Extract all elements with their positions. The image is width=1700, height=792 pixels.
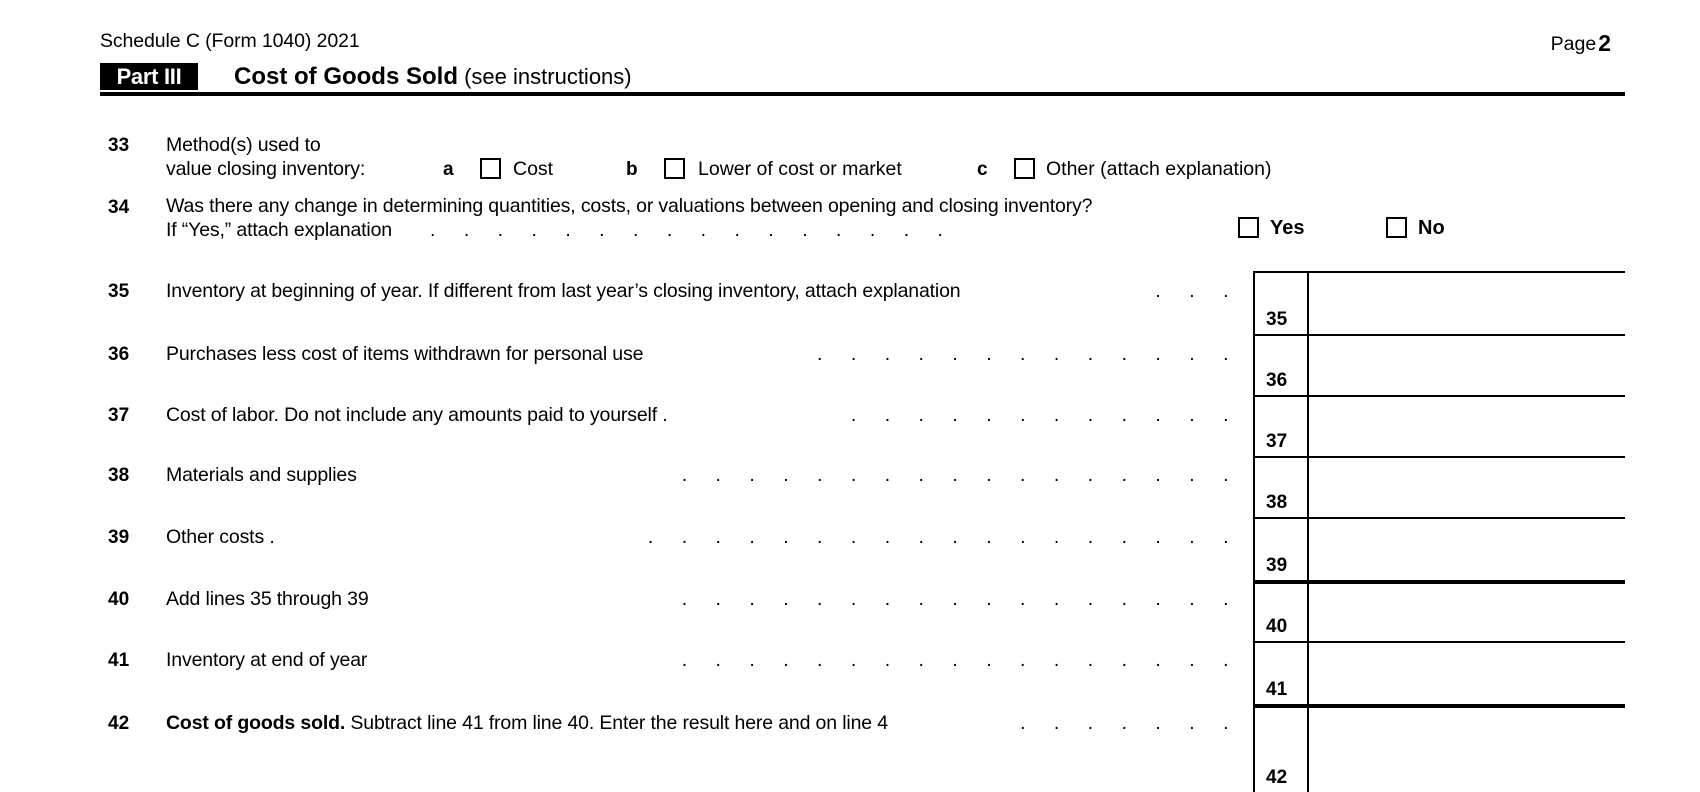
line-42-leader-dots: . . . . . . . bbox=[1020, 712, 1240, 734]
part-title-note: (see instructions) bbox=[464, 64, 632, 89]
line-37-text-rest: Cost of labor. Do not include any amount… bbox=[166, 404, 668, 426]
page-indicator: Page2 bbox=[1551, 30, 1611, 57]
line-33-option-c-letter: c bbox=[977, 159, 988, 180]
line-41-number: 41 bbox=[108, 650, 130, 671]
line-42-text-bold: Cost of goods sold. bbox=[166, 712, 346, 734]
line-40-text-rest: Add lines 35 through 39 bbox=[166, 588, 369, 610]
line-33-text-1: Method(s) used to bbox=[166, 134, 321, 156]
amount-row-38: 38 bbox=[1253, 456, 1625, 517]
amount-row-35-number-label: 35 bbox=[1266, 309, 1288, 330]
amount-row-38-number-box: 38 bbox=[1253, 458, 1309, 517]
line-33-option-b-letter: b bbox=[626, 159, 638, 180]
amount-row-41-number-box: 41 bbox=[1253, 643, 1309, 704]
line-35-text: Inventory at beginning of year. If diffe… bbox=[166, 280, 961, 303]
line-34-text-2: If “Yes,” attach explanation bbox=[166, 219, 392, 241]
line-33-checkbox-cost[interactable] bbox=[480, 158, 501, 179]
amount-grid: 35 36 37 38 39 40 41 42 bbox=[1253, 271, 1625, 792]
line-37-number: 37 bbox=[108, 405, 130, 426]
line-41-leader-dots: . . . . . . . . . . . . . . . . . bbox=[681, 649, 1240, 671]
line-33-option-a-label: Cost bbox=[513, 158, 554, 180]
amount-row-39-number-box: 39 bbox=[1253, 519, 1309, 580]
line-36-text: Purchases less cost of items withdrawn f… bbox=[166, 343, 643, 366]
amount-row-41-number-label: 41 bbox=[1266, 679, 1288, 700]
line-34-no-label: No bbox=[1418, 217, 1445, 239]
part-tag: Part III bbox=[100, 63, 198, 90]
line-33-option-c-label: Other (attach explanation) bbox=[1046, 158, 1272, 180]
amount-row-35: 35 bbox=[1253, 271, 1625, 334]
amount-row-36: 36 bbox=[1253, 334, 1625, 395]
line-36-number: 36 bbox=[108, 344, 130, 365]
amount-input-line-38[interactable] bbox=[1309, 458, 1625, 517]
line-36-leader-dots: . . . . . . . . . . . . . bbox=[817, 343, 1240, 365]
line-39-text: Other costs . bbox=[166, 526, 275, 549]
page-label: Page bbox=[1550, 33, 1597, 55]
amount-input-line-42[interactable] bbox=[1309, 708, 1625, 792]
line-34-yes-label: Yes bbox=[1270, 217, 1305, 239]
amount-row-40: 40 bbox=[1253, 580, 1625, 641]
amount-input-line-35[interactable] bbox=[1309, 273, 1625, 334]
line-35-text-rest: Inventory at beginning of year. If diffe… bbox=[166, 280, 961, 302]
part-title-text: Cost of Goods Sold bbox=[234, 63, 458, 90]
amount-row-37-number-label: 37 bbox=[1266, 431, 1288, 452]
line-34-text-1: Was there any change in determining quan… bbox=[166, 195, 1093, 217]
part-title: Cost of Goods Sold (see instructions) bbox=[234, 63, 632, 90]
line-35-leader-dots: . . . bbox=[1155, 280, 1240, 302]
line-34-number: 34 bbox=[108, 197, 130, 218]
amount-row-42: 42 bbox=[1253, 704, 1625, 792]
line-40-text: Add lines 35 through 39 bbox=[166, 588, 369, 611]
line-37-leader-dots: . . . . . . . . . . . . bbox=[850, 404, 1240, 426]
amount-row-35-number-box: 35 bbox=[1253, 273, 1309, 334]
form-page: Schedule C (Form 1040) 2021 Page2 Part I… bbox=[0, 0, 1700, 792]
amount-row-41: 41 bbox=[1253, 641, 1625, 704]
amount-row-37-number-box: 37 bbox=[1253, 397, 1309, 456]
line-39-number: 39 bbox=[108, 527, 130, 548]
line-34-checkbox-no[interactable] bbox=[1386, 217, 1407, 238]
line-37-text: Cost of labor. Do not include any amount… bbox=[166, 404, 668, 427]
amount-input-line-37[interactable] bbox=[1309, 397, 1625, 456]
amount-input-line-40[interactable] bbox=[1309, 584, 1625, 641]
amount-row-40-number-box: 40 bbox=[1253, 584, 1309, 641]
line-41-text: Inventory at end of year bbox=[166, 649, 367, 672]
line-41-text-rest: Inventory at end of year bbox=[166, 649, 368, 671]
line-42-text: Cost of goods sold. Subtract line 41 fro… bbox=[166, 712, 888, 735]
amount-input-line-39[interactable] bbox=[1309, 519, 1625, 580]
amount-row-39-number-label: 39 bbox=[1266, 555, 1288, 576]
amount-row-37: 37 bbox=[1253, 395, 1625, 456]
line-33-number: 33 bbox=[108, 135, 130, 156]
line-33-checkbox-lower-of-cost-or-market[interactable] bbox=[664, 158, 685, 179]
amount-input-line-41[interactable] bbox=[1309, 643, 1625, 704]
amount-row-40-number-label: 40 bbox=[1266, 616, 1288, 637]
form-header: Schedule C (Form 1040) 2021 Page2 bbox=[100, 30, 1625, 56]
line-38-text: Materials and supplies bbox=[166, 464, 357, 487]
line-38-number: 38 bbox=[108, 465, 130, 486]
line-36-text-rest: Purchases less cost of items withdrawn f… bbox=[166, 343, 644, 365]
line-33-checkbox-other[interactable] bbox=[1014, 158, 1035, 179]
line-34-checkbox-yes[interactable] bbox=[1238, 217, 1259, 238]
amount-row-42-number-box: 42 bbox=[1253, 708, 1309, 792]
amount-row-38-number-label: 38 bbox=[1266, 492, 1288, 513]
amount-row-42-number-label: 42 bbox=[1266, 767, 1288, 788]
line-39-text-rest: Other costs . bbox=[166, 526, 275, 548]
line-42-number: 42 bbox=[108, 713, 130, 734]
line-40-number: 40 bbox=[108, 589, 130, 610]
amount-row-36-number-label: 36 bbox=[1266, 370, 1288, 391]
line-39-leader-dots: . . . . . . . . . . . . . . . . . . bbox=[647, 526, 1240, 548]
line-35-number: 35 bbox=[108, 281, 130, 302]
line-38-leader-dots: . . . . . . . . . . . . . . . . . bbox=[681, 464, 1240, 486]
amount-input-line-36[interactable] bbox=[1309, 336, 1625, 395]
part-iii-header: Part III Cost of Goods Sold (see instruc… bbox=[100, 63, 1625, 96]
line-42-text-rest: Subtract line 41 from line 40. Enter the… bbox=[345, 712, 888, 734]
line-33-option-a-letter: a bbox=[443, 159, 454, 180]
line-33-option-b-label: Lower of cost or market bbox=[698, 158, 902, 180]
amount-row-39: 39 bbox=[1253, 517, 1625, 580]
line-33-text-2: value closing inventory: bbox=[166, 158, 366, 180]
line-40-leader-dots: . . . . . . . . . . . . . . . . . bbox=[681, 588, 1240, 610]
page-number: 2 bbox=[1598, 30, 1611, 56]
line-38-text-rest: Materials and supplies bbox=[166, 464, 357, 486]
line-34-leader-dots: . . . . . . . . . . . . . . . . bbox=[430, 219, 955, 241]
amount-row-36-number-box: 36 bbox=[1253, 336, 1309, 395]
form-identifier: Schedule C (Form 1040) 2021 bbox=[100, 30, 360, 52]
